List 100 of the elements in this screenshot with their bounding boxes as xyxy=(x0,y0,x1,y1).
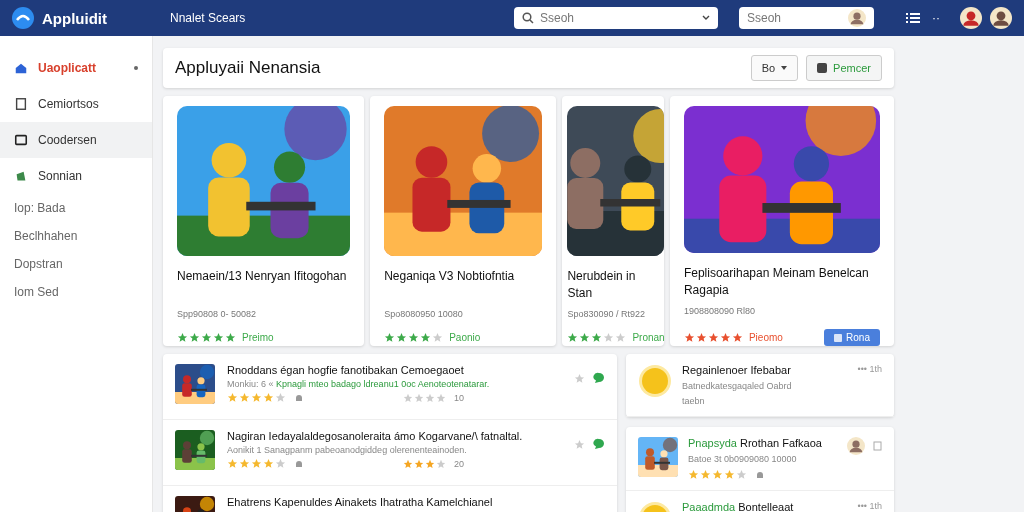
section-link[interactable]: Nnalet Scears xyxy=(170,11,506,25)
review-title: Nagiran Iedayalaldegosanoleraita ámo Kogarvane/\ fatnaltal. xyxy=(227,430,524,442)
feed-time: ••• 1th xyxy=(857,501,882,511)
feed-note: taebn xyxy=(682,396,706,406)
feed-text: Batnedkatesgaqaled Oabrd xyxy=(682,381,793,391)
game-card[interactable]: Neganiqa V3 Nobtiofntia Spo8080950 10080 Paonio xyxy=(370,96,557,346)
star-icon xyxy=(436,392,446,403)
star-icon xyxy=(432,332,444,343)
feed-title: Pnapsyda Rrothan Fafkaoa xyxy=(688,437,823,449)
game-meta: Spo8080950 10080 xyxy=(384,309,464,319)
game-title: Nerubdein in Stan xyxy=(567,268,637,302)
avatar-icon xyxy=(990,7,1012,29)
star-icon xyxy=(177,332,188,343)
star-icon xyxy=(436,458,446,469)
star-icon xyxy=(396,332,408,343)
game-card[interactable]: Nerubdein in Stan Spo830090 / Rt922 Pronan xyxy=(562,96,664,346)
star-icon xyxy=(695,332,707,343)
caret-icon xyxy=(781,66,788,70)
sidebar-item[interactable]: Dopstran xyxy=(0,250,152,278)
bell-icon xyxy=(294,458,304,469)
search-field[interactable]: Sseoh xyxy=(540,7,696,29)
star-icon xyxy=(414,392,424,403)
star-icon xyxy=(403,392,413,403)
star-icon xyxy=(414,458,424,469)
game-label: Paonio xyxy=(449,332,482,343)
star-icon xyxy=(425,392,435,403)
review-count: 10 xyxy=(454,392,464,403)
star-icon xyxy=(567,332,579,343)
sidebar-item[interactable]: Beclhhahen xyxy=(0,222,152,250)
game-card[interactable]: Feplisoarihapan Meinam Benelcan Ragapia 1908808090 Rl80 Pieomo Rona xyxy=(669,96,894,346)
sidebar-item[interactable]: Iop: Bada xyxy=(0,194,152,222)
review-title: Rnoddans égan hogfie fanotibakan Cemoegaoet xyxy=(227,364,465,376)
review-text: Aonikit 1 Sanagpanm pabeoanodgiddeg olerenenteainoden. xyxy=(227,445,468,455)
star-icon xyxy=(603,332,615,343)
game-meta: Spo830090 / Rt922 xyxy=(567,309,646,319)
bell-icon xyxy=(294,392,304,403)
star-icon xyxy=(213,332,224,343)
star-icon xyxy=(403,458,413,469)
window-icon xyxy=(14,133,28,147)
star-icon xyxy=(700,469,711,480)
star-icon xyxy=(227,392,238,403)
square-icon xyxy=(817,63,828,73)
avatar-icon xyxy=(847,437,865,455)
star-icon xyxy=(201,332,212,343)
sort-button[interactable]: Bo xyxy=(750,55,799,81)
sidebar-item[interactable]: Uaoplicatt xyxy=(0,50,152,86)
play-button[interactable]: Rona xyxy=(824,329,880,346)
home-icon xyxy=(14,61,28,75)
star-icon xyxy=(225,332,236,343)
star-icon xyxy=(574,372,585,384)
star-icon xyxy=(239,392,250,403)
game-meta: 1908808090 Rl80 xyxy=(683,306,756,316)
sidebar-item[interactable]: Iom Sed xyxy=(0,278,152,306)
star-icon xyxy=(189,332,200,343)
game-title: Nemaein/13 Nenryan Ifitogohan xyxy=(177,268,348,285)
star-icon xyxy=(263,458,274,469)
star-icon xyxy=(712,469,723,480)
search-bar[interactable]: Sseoh xyxy=(739,7,874,29)
star-icon xyxy=(275,458,286,469)
star-icon xyxy=(275,392,286,403)
star-icon xyxy=(263,392,274,403)
sidebar-item[interactable]: Coodersen xyxy=(0,122,152,158)
search-field[interactable]: Sseoh xyxy=(747,7,842,29)
star-icon xyxy=(591,332,603,343)
star-icon xyxy=(420,332,432,343)
star-icon xyxy=(724,469,735,480)
star-icon xyxy=(574,438,585,450)
feed-time: ••• 1th xyxy=(857,364,882,374)
game-title: Feplisoarihapan Meinam Benelcan Ragapia xyxy=(683,265,870,299)
game-label: Pieomo xyxy=(748,332,784,343)
game-card[interactable]: Nemaein/13 Nenryan Ifitogohan Spp90808 0- 50082 Preimo xyxy=(163,96,365,346)
feed-text: Batoe 3t 0b0909080 10000 xyxy=(688,454,798,464)
star-icon xyxy=(251,458,262,469)
contact-icon xyxy=(14,97,28,111)
app-name: Appluidit xyxy=(42,9,108,27)
avatar-icon xyxy=(960,7,982,29)
dot-icon xyxy=(134,66,138,70)
list-icon[interactable] xyxy=(906,12,920,24)
star-icon xyxy=(227,458,238,469)
emoji-icon xyxy=(638,364,672,398)
search-icon xyxy=(522,12,534,24)
star-icon xyxy=(384,332,396,343)
star-icon xyxy=(731,332,743,343)
bell-icon xyxy=(755,469,765,480)
game-title: Neganiqa V3 Nobtiofntia xyxy=(384,268,516,285)
sidebar-item[interactable]: Cemiortsos xyxy=(0,86,152,122)
sidebar-item[interactable]: Sonnian xyxy=(0,158,152,194)
page-title: Appluyaii Nenansia xyxy=(175,58,322,78)
chat-icon xyxy=(593,438,605,450)
star-icon xyxy=(579,332,591,343)
logo-icon xyxy=(12,7,34,29)
feed-title: Regainlenoer Ifebabar xyxy=(682,364,792,376)
review-text: Monkiu: 6 « Kpnagli mteo badago ldreanu1 0oc Aenoteotenatarar. xyxy=(227,379,491,389)
star-icon xyxy=(425,458,435,469)
review-count: 20 xyxy=(454,458,464,469)
more-button[interactable]: ·· xyxy=(932,11,940,25)
search-bar[interactable]: Sseoh xyxy=(514,7,718,29)
star-icon xyxy=(719,332,731,343)
star-icon xyxy=(683,332,695,343)
review-title: Ehatrens Kapenuldes Ainakets Ihatratha Kamelchianel xyxy=(227,496,494,508)
